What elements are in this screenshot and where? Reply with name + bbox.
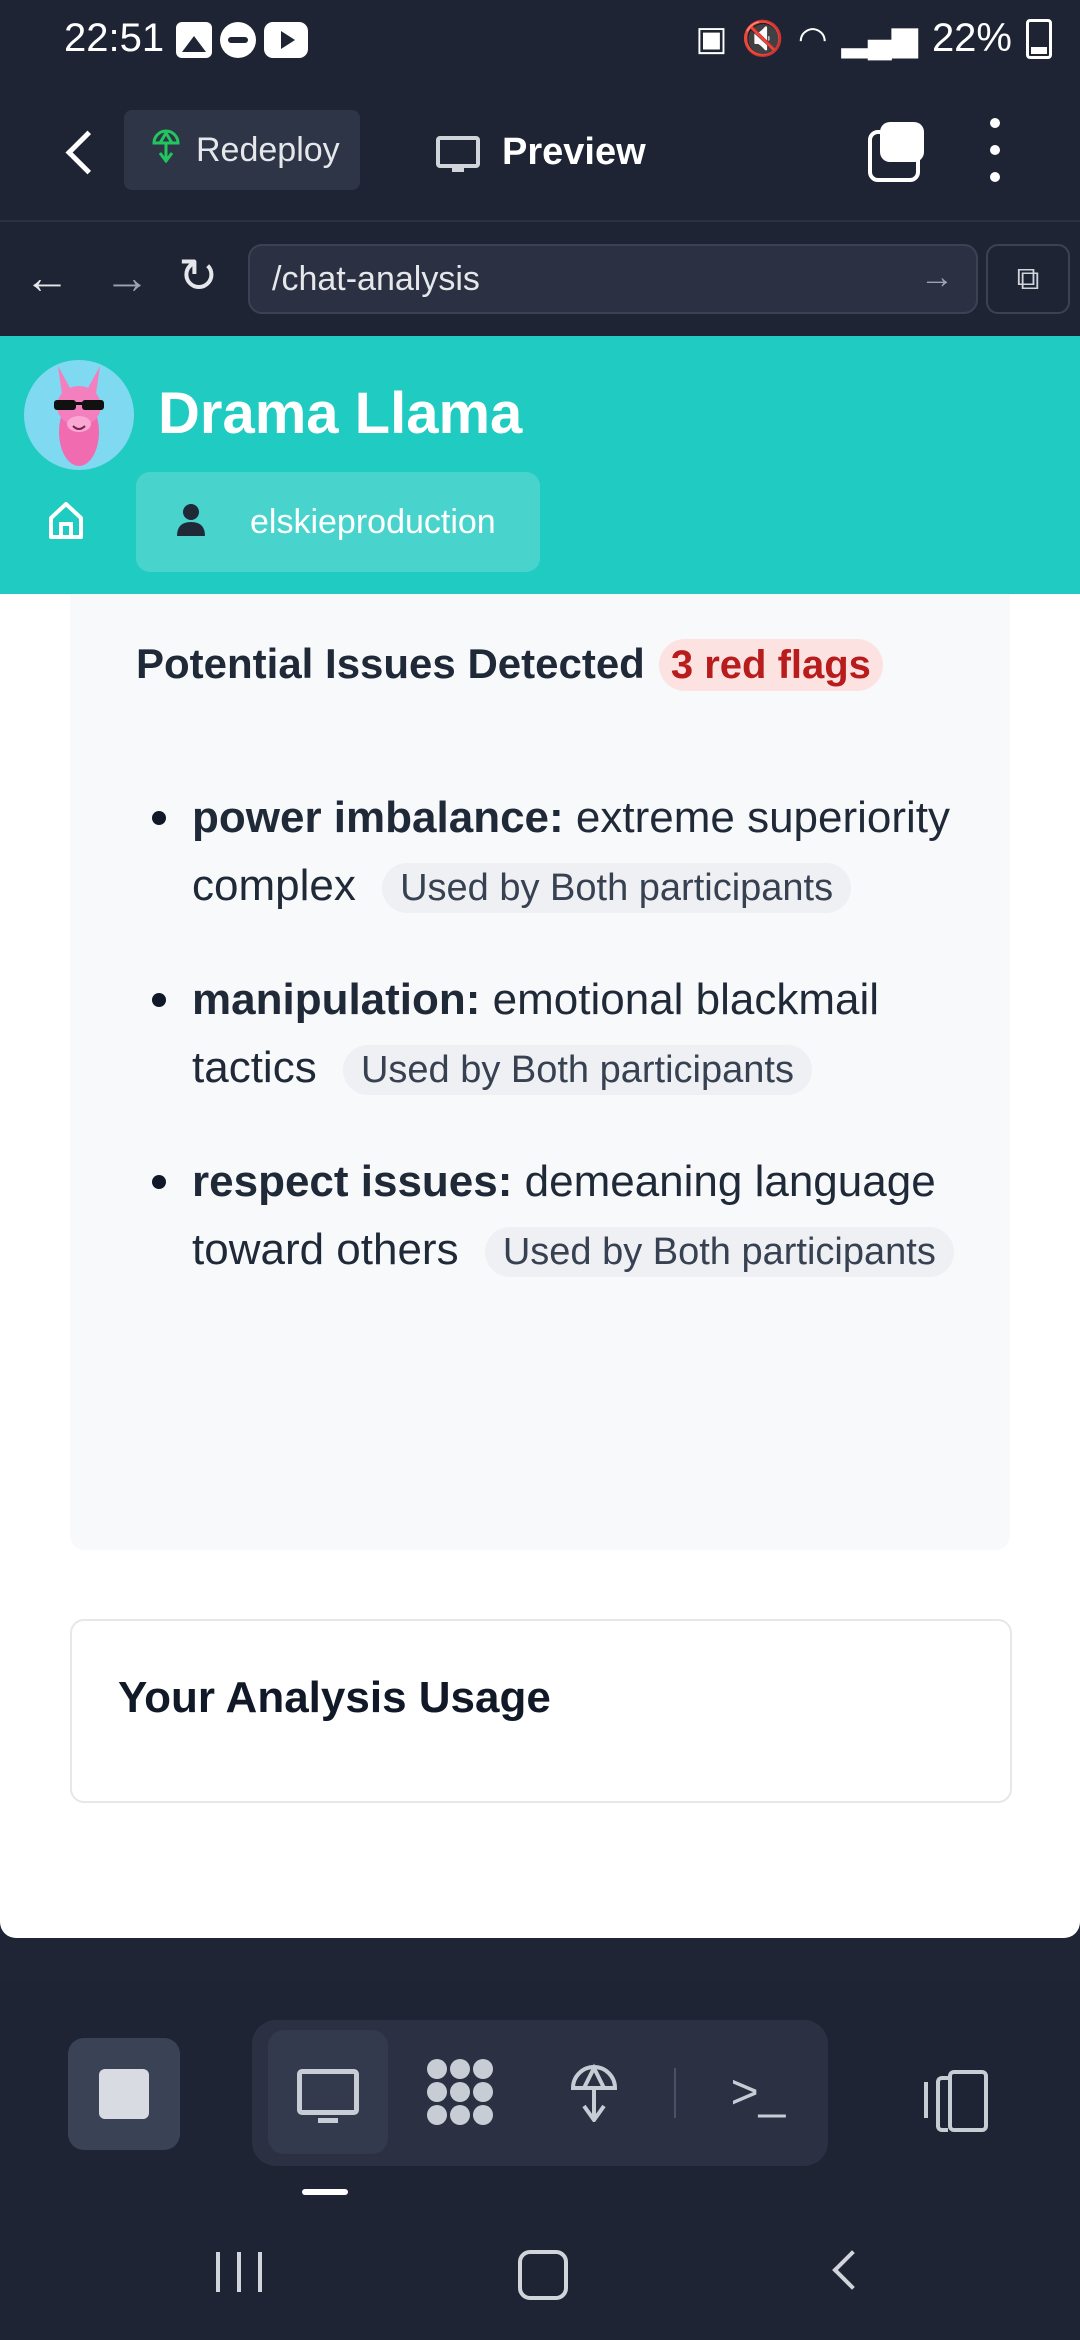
battery-saver-icon: ▣ <box>695 19 728 58</box>
back-button[interactable] <box>56 124 109 180</box>
app-toolbar: Redeploy Preview <box>0 84 1080 222</box>
list-item: manipulation: emotional blackmail tactic… <box>136 966 960 1104</box>
system-nav-bar <box>0 2200 1080 2340</box>
main-content: Potential Issues Detected 3 red flags pow… <box>0 594 1080 1938</box>
home-icon <box>49 502 83 539</box>
more-vertical-icon <box>990 118 1000 128</box>
recents-icon-part <box>237 2252 241 2292</box>
list-item: respect issues: demeaning language towar… <box>136 1148 960 1286</box>
recents-icon-part <box>258 2252 262 2292</box>
url-field[interactable]: /chat-analysis → <box>248 244 978 314</box>
battery-percent: 22% <box>931 16 1012 60</box>
issue-list: power imbalance: extreme superiority com… <box>136 784 960 1330</box>
usage-title: Your Analysis Usage <box>118 1673 551 1722</box>
integrations-icon <box>427 2059 493 2125</box>
chevron-left-icon <box>65 130 109 174</box>
deploy-icon <box>570 2063 618 2122</box>
status-time: 22:51 <box>64 16 165 60</box>
more-options-button[interactable] <box>978 118 1012 182</box>
issue-key: manipulation: <box>192 975 481 1024</box>
battery-icon <box>1026 18 1052 59</box>
monitor-icon <box>297 2069 359 2123</box>
username-label: elskieproduction <box>250 502 496 541</box>
issue-key: respect issues: <box>192 1157 513 1206</box>
system-status: ▣ 🔇 ◠ ▂▄▆ 22% <box>695 16 1052 61</box>
system-home-button[interactable] <box>518 2250 568 2300</box>
dot <box>473 2059 493 2079</box>
usage-tag: Used by Both participants <box>484 1227 954 1277</box>
dot <box>427 2082 447 2102</box>
app-brand-title: Drama Llama <box>158 381 523 446</box>
issue-key: power imbalance: <box>192 793 564 842</box>
notification-icons <box>176 22 308 58</box>
usage-tag: Used by Both participants <box>382 863 852 913</box>
llama-logo <box>24 360 134 470</box>
dot <box>427 2059 447 2079</box>
integrations-tool-button[interactable] <box>400 2030 520 2154</box>
dot <box>473 2082 493 2102</box>
reload-icon[interactable]: ↻ <box>178 252 218 302</box>
terminal-icon: >_ <box>730 2065 786 2119</box>
browser-bar: ← → ↻ /chat-analysis → ⧉ <box>0 222 1080 336</box>
youtube-notification-icon <box>264 22 308 58</box>
redeploy-label: Redeploy <box>196 130 340 169</box>
gallery-notification-icon <box>176 22 212 58</box>
browser-back-icon[interactable]: ← <box>24 252 70 302</box>
system-back-button[interactable] <box>832 2250 872 2290</box>
url-text: /chat-analysis <box>272 260 480 298</box>
red-flags-badge: 3 red flags <box>658 639 883 691</box>
browser-forward-icon[interactable]: → <box>104 252 150 302</box>
dot <box>450 2082 470 2102</box>
issues-title: Potential Issues Detected 3 red flags <box>136 630 956 699</box>
list-item: power imbalance: extreme superiority com… <box>136 784 960 922</box>
deploy-icon <box>146 129 186 171</box>
stop-icon <box>99 2069 149 2119</box>
panel-icon-part <box>948 2070 988 2132</box>
toolbar-divider <box>674 2068 676 2118</box>
bottom-toolbar: >_ <box>0 1980 1080 2200</box>
panel-toggle-button[interactable] <box>924 2070 988 2132</box>
signal-icon: ▂▄▆ <box>841 19 918 58</box>
terminal-tool-button[interactable]: >_ <box>698 2030 818 2154</box>
user-profile-button[interactable]: elskieproduction <box>136 472 540 572</box>
preview-button[interactable]: Preview <box>436 114 646 190</box>
stop-button[interactable] <box>68 2038 180 2150</box>
preview-label: Preview <box>502 130 646 173</box>
issues-card: Potential Issues Detected 3 red flags pow… <box>70 594 1010 1550</box>
wifi-icon: ◠ <box>797 19 828 58</box>
dot <box>990 172 1000 182</box>
issues-title-text: Potential Issues Detected <box>136 640 645 687</box>
dot <box>990 145 1000 155</box>
dnd-icon <box>220 22 256 58</box>
status-bar: 22:51 ▣ 🔇 ◠ ▂▄▆ 22% <box>0 0 1080 84</box>
tabs-button[interactable] <box>868 122 926 182</box>
user-icon <box>156 502 226 543</box>
panel-icon-part <box>936 2076 948 2132</box>
active-tab-indicator <box>302 2189 348 2195</box>
dot <box>450 2105 470 2125</box>
usage-tag: Used by Both participants <box>342 1045 812 1095</box>
deploy-tool-button[interactable] <box>534 2030 654 2154</box>
mute-icon: 🔇 <box>741 19 784 58</box>
panel-icon <box>924 2082 928 2118</box>
external-link-icon: ⧉ <box>1016 260 1040 296</box>
dot <box>427 2105 447 2125</box>
dot <box>450 2059 470 2079</box>
monitor-icon <box>436 136 480 172</box>
recents-icon <box>216 2252 220 2292</box>
redeploy-button[interactable]: Redeploy <box>124 110 360 190</box>
preview-tool-button[interactable] <box>268 2030 388 2154</box>
go-arrow-icon[interactable]: → <box>920 258 954 297</box>
home-button[interactable] <box>42 496 94 548</box>
usage-card: Your Analysis Usage <box>70 1619 1012 1803</box>
open-external-button[interactable]: ⧉ <box>986 244 1070 314</box>
tabs-icon-front <box>880 122 924 162</box>
app-header: Drama Llama elskieproduction <box>0 336 1080 594</box>
tool-group: >_ <box>252 2020 828 2166</box>
dot <box>473 2105 493 2125</box>
recents-button[interactable] <box>216 2252 262 2292</box>
